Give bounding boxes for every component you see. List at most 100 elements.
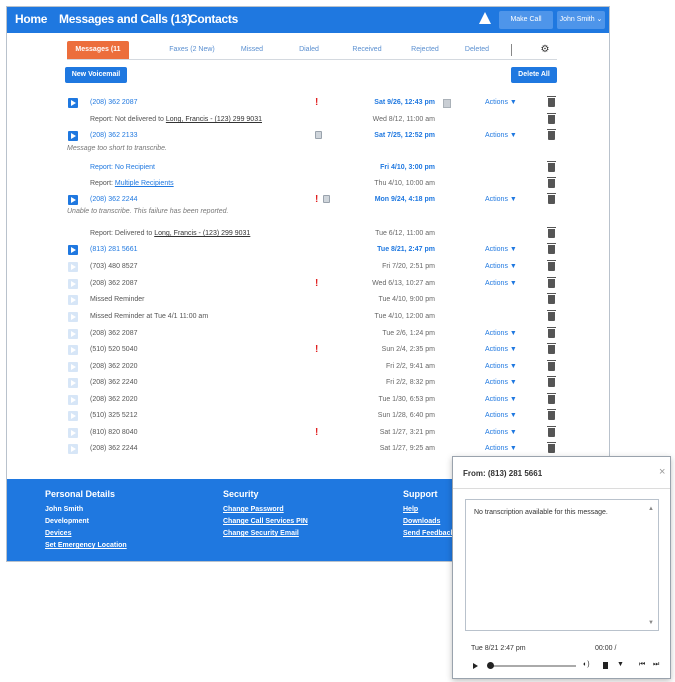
play-icon[interactable] xyxy=(68,378,78,388)
message-row[interactable]: (208) 362 2087 Tue 2/6, 1:24 pm Actions ▼ xyxy=(65,327,556,343)
message-row[interactable]: (813) 281 5661 Tue 8/21, 2:47 pm Actions ▼ xyxy=(65,243,556,259)
trash-icon[interactable] xyxy=(547,426,556,437)
message-row[interactable]: (510) 520 5040! Sun 2/4, 2:35 pm Actions ▼ xyxy=(65,343,556,359)
actions-dropdown[interactable]: Actions ▼ xyxy=(485,330,517,337)
change-security-email-link[interactable]: Change Security Email xyxy=(223,528,308,540)
help-link[interactable]: Help xyxy=(403,504,454,516)
trash-icon[interactable] xyxy=(547,360,556,371)
report-row[interactable]: Report: Delivered to Long, Francis - (12… xyxy=(65,227,556,243)
message-row[interactable]: Missed Reminder at Tue 4/1 11:00 am Tue 4… xyxy=(65,310,556,326)
make-call-button[interactable]: Make Call xyxy=(499,11,553,29)
trash-icon[interactable] xyxy=(547,277,556,288)
trash-icon[interactable] xyxy=(547,129,556,140)
tab-dialed[interactable]: Dialed xyxy=(292,41,326,59)
tab-rejected[interactable]: Rejected xyxy=(405,41,445,59)
previous-icon[interactable]: ⏮ xyxy=(639,661,645,669)
caller-label[interactable]: (813) 281 5661 xyxy=(90,246,137,253)
play-icon[interactable] xyxy=(68,345,78,355)
trash-icon[interactable] xyxy=(547,260,556,271)
caller-label[interactable]: (208) 362 2087 xyxy=(90,280,137,287)
play-icon[interactable] xyxy=(68,295,78,305)
caller-label[interactable]: Missed Reminder at Tue 4/1 11:00 am xyxy=(90,313,208,320)
actions-dropdown[interactable]: Actions ▼ xyxy=(485,132,517,139)
warning-icon[interactable] xyxy=(479,12,491,24)
tab-deleted[interactable]: Deleted xyxy=(459,41,495,59)
play-icon[interactable] xyxy=(68,131,78,141)
tab-received[interactable]: Received xyxy=(347,41,387,59)
message-row[interactable]: (208) 362 2133 Sat 7/25, 12:52 pm Actions … xyxy=(65,129,556,145)
caller-label[interactable]: (510) 325 5212 xyxy=(90,412,137,419)
actions-dropdown[interactable]: Actions ▼ xyxy=(485,429,517,436)
message-row[interactable]: (208) 362 2020 Tue 1/30, 6:53 pm Actions ▼ xyxy=(65,393,556,409)
play-icon[interactable] xyxy=(68,195,78,205)
trash-icon[interactable] xyxy=(547,243,556,254)
trash-icon[interactable] xyxy=(547,393,556,404)
actions-dropdown[interactable]: Actions ▼ xyxy=(485,280,517,287)
seek-handle[interactable] xyxy=(487,662,494,669)
nav-home[interactable]: Home xyxy=(15,12,47,26)
actions-dropdown[interactable]: Actions ▼ xyxy=(485,363,517,370)
trash-icon[interactable] xyxy=(547,161,556,172)
play-icon[interactable] xyxy=(68,245,78,255)
play-icon[interactable] xyxy=(68,312,78,322)
trash-icon[interactable] xyxy=(547,409,556,420)
trash-icon[interactable] xyxy=(547,442,556,453)
message-row[interactable]: (208) 362 2020 Fri 2/2, 9:41 am Actions ▼ xyxy=(65,360,556,376)
caller-label[interactable]: (208) 362 2244 xyxy=(90,196,137,203)
caller-label[interactable]: (810) 820 8040 xyxy=(90,429,137,436)
trash-icon[interactable] xyxy=(547,177,556,188)
trash-icon[interactable] xyxy=(547,343,556,354)
caller-label[interactable]: (208) 362 2240 xyxy=(90,379,137,386)
trash-icon[interactable] xyxy=(547,193,556,204)
play-icon[interactable] xyxy=(68,98,78,108)
caller-label[interactable]: (703) 480 8527 xyxy=(90,263,137,270)
play-icon[interactable] xyxy=(68,329,78,339)
actions-dropdown[interactable]: Actions ▼ xyxy=(485,246,517,253)
recipient-link[interactable]: Long, Francis - (123) 299 9031 xyxy=(154,230,250,237)
caller-label[interactable]: (208) 362 2087 xyxy=(90,330,137,337)
close-icon[interactable]: × xyxy=(659,466,665,478)
actions-dropdown[interactable]: Actions ▼ xyxy=(485,99,517,106)
play-icon[interactable] xyxy=(68,428,78,438)
nav-contacts[interactable]: Contacts xyxy=(189,12,238,26)
actions-dropdown[interactable]: Actions ▼ xyxy=(485,263,517,270)
note-icon[interactable] xyxy=(443,99,451,108)
caller-label[interactable]: (208) 362 2020 xyxy=(90,396,137,403)
delete-all-button[interactable]: Delete All xyxy=(511,67,557,83)
play-icon[interactable] xyxy=(68,444,78,454)
trash-icon[interactable] xyxy=(547,376,556,387)
play-icon[interactable] xyxy=(68,279,78,289)
tab-messages[interactable]: Messages (11 New) xyxy=(67,41,129,71)
nav-messages-and-calls[interactable]: Messages and Calls (13) xyxy=(59,12,191,26)
tab-missed[interactable]: Missed xyxy=(235,41,269,59)
actions-dropdown[interactable]: Actions ▼ xyxy=(485,379,517,386)
change-pin-link[interactable]: Change Call Services PIN xyxy=(223,516,308,528)
trash-icon[interactable] xyxy=(547,96,556,107)
send-feedback-link[interactable]: Send Feedback xyxy=(403,528,454,540)
trash-icon[interactable] xyxy=(547,327,556,338)
scroll-down-icon[interactable]: ▼ xyxy=(648,620,654,626)
message-row[interactable]: (208) 362 2087! Wed 6/13, 10:27 am Actions… xyxy=(65,277,556,293)
report-row[interactable]: Report: No Recipient Fri 4/10, 3:00 pm xyxy=(65,161,556,177)
trash-icon[interactable] xyxy=(547,310,556,321)
caller-label[interactable]: (208) 362 2087 xyxy=(90,99,137,106)
message-row[interactable]: (810) 820 8040! Sat 1/27, 3:21 pm Actions … xyxy=(65,426,556,442)
actions-dropdown[interactable]: Actions ▼ xyxy=(485,396,517,403)
message-row[interactable]: (208) 362 2087! Sat 9/26, 12:43 pm Actions… xyxy=(65,96,556,112)
caller-label[interactable]: (208) 362 2020 xyxy=(90,363,137,370)
trash-icon[interactable] xyxy=(547,113,556,124)
message-row[interactable]: (510) 325 5212 Sun 1/28, 6:40 pm Actions ▼ xyxy=(65,409,556,425)
message-row[interactable]: (208) 362 2244! Mon 9/24, 4:18 pm Actions … xyxy=(65,193,556,209)
message-row[interactable]: (703) 480 8527 Fri 7/20, 2:51 pm Actions ▼ xyxy=(65,260,556,276)
play-icon[interactable] xyxy=(68,362,78,372)
message-row[interactable]: (208) 362 2240 Fri 2/2, 8:32 pm Actions ▼ xyxy=(65,376,556,392)
actions-dropdown[interactable]: Actions ▼ xyxy=(485,412,517,419)
play-icon[interactable] xyxy=(473,663,478,669)
actions-dropdown[interactable]: Actions ▼ xyxy=(485,445,517,452)
play-icon[interactable] xyxy=(68,262,78,272)
report-row[interactable]: Report: Multiple Recipients Thu 4/10, 10:… xyxy=(65,177,556,193)
new-voicemail-button[interactable]: New Voicemail xyxy=(65,67,127,83)
tab-faxes[interactable]: Faxes (2 New) xyxy=(167,41,217,59)
trash-icon[interactable] xyxy=(547,227,556,238)
caller-label[interactable]: (208) 362 2244 xyxy=(90,445,137,452)
